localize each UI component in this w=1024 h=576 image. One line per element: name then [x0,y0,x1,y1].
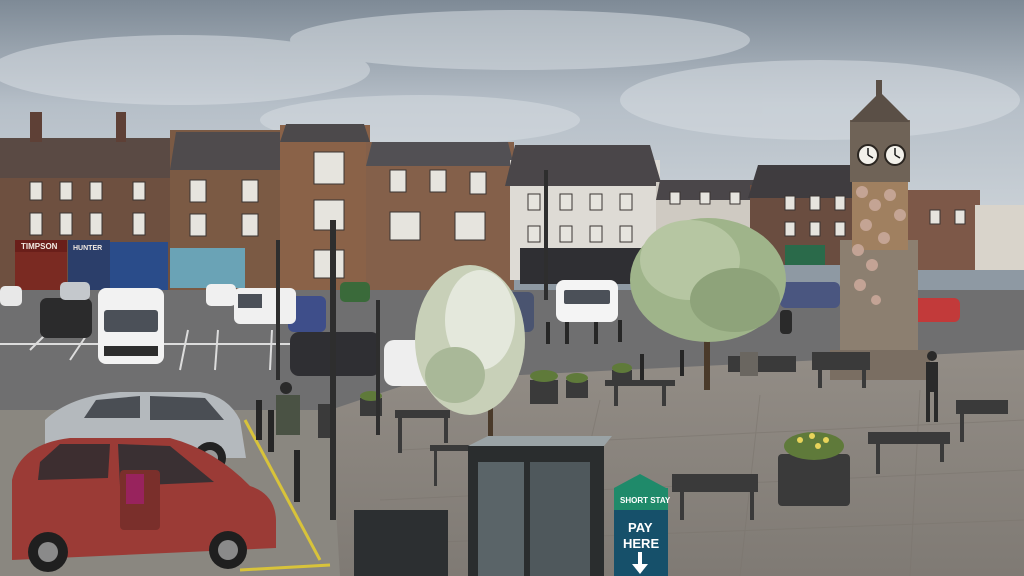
webcam-scene: TIMPSON HUNTER SHORT STAY PAY HERE [0,0,1024,576]
short-stay-label: SHORT STAY [620,496,671,505]
white-van-middle [234,288,296,324]
white-van-left [98,288,164,364]
town-square-photo: TIMPSON HUNTER SHORT STAY PAY HERE [0,0,1024,576]
shop-sign-timpson: TIMPSON [21,242,58,251]
white-van-right [556,280,618,322]
here-label: HERE [623,536,659,551]
pay-label: PAY [628,520,653,535]
shop-sign-hunter: HUNTER [73,245,102,252]
